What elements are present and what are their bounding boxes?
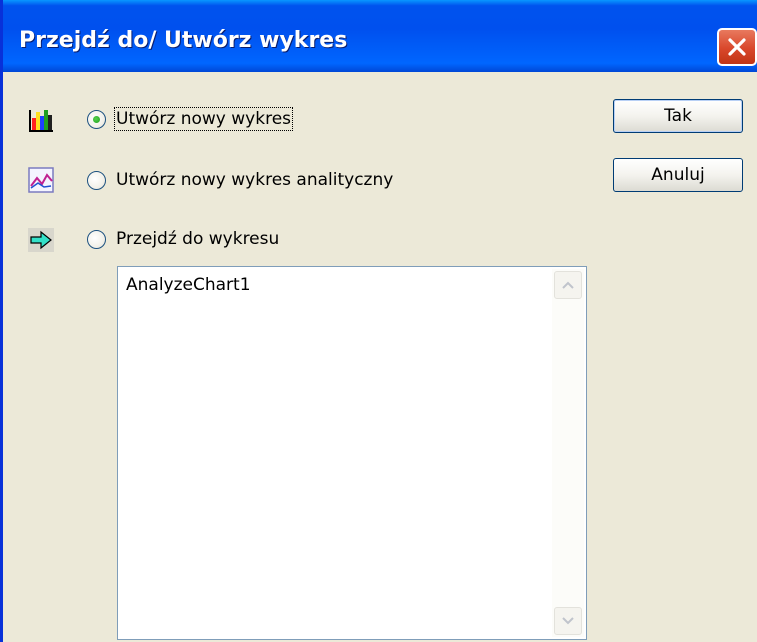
vertical-scrollbar[interactable]	[552, 269, 584, 637]
radio-new-analytic-chart[interactable]	[87, 171, 106, 190]
chart-listbox[interactable]: AnalyzeChart1	[117, 266, 587, 640]
ok-button[interactable]: Tak	[613, 99, 743, 133]
radio-label-new-analytic-chart[interactable]: Utwórz nowy wykres analityczny	[116, 170, 393, 190]
radio-new-chart[interactable]	[87, 110, 106, 129]
bar-chart-icon	[29, 110, 53, 132]
radio-go-to-chart[interactable]	[87, 230, 106, 249]
scroll-up-button[interactable]	[554, 271, 582, 299]
chevron-down-icon	[562, 617, 574, 625]
chevron-up-icon	[562, 281, 574, 289]
line-chart-icon	[28, 167, 54, 193]
radio-label-new-chart[interactable]: Utwórz nowy wykres	[113, 107, 294, 131]
dialog-title: Przejdź do/ Utwórz wykres	[19, 28, 348, 53]
close-icon	[728, 38, 746, 56]
radio-label-go-to-chart[interactable]: Przejdź do wykresu	[116, 229, 279, 249]
dialog-window: Przejdź do/ Utwórz wykres Utwórz nowy wy…	[0, 0, 757, 642]
title-bar[interactable]: Przejdź do/ Utwórz wykres	[3, 0, 757, 72]
arrow-right-icon	[28, 228, 54, 252]
close-button[interactable]	[717, 28, 757, 66]
scroll-down-button[interactable]	[554, 607, 582, 635]
cancel-button[interactable]: Anuluj	[613, 158, 743, 192]
list-item[interactable]: AnalyzeChart1	[126, 275, 251, 295]
